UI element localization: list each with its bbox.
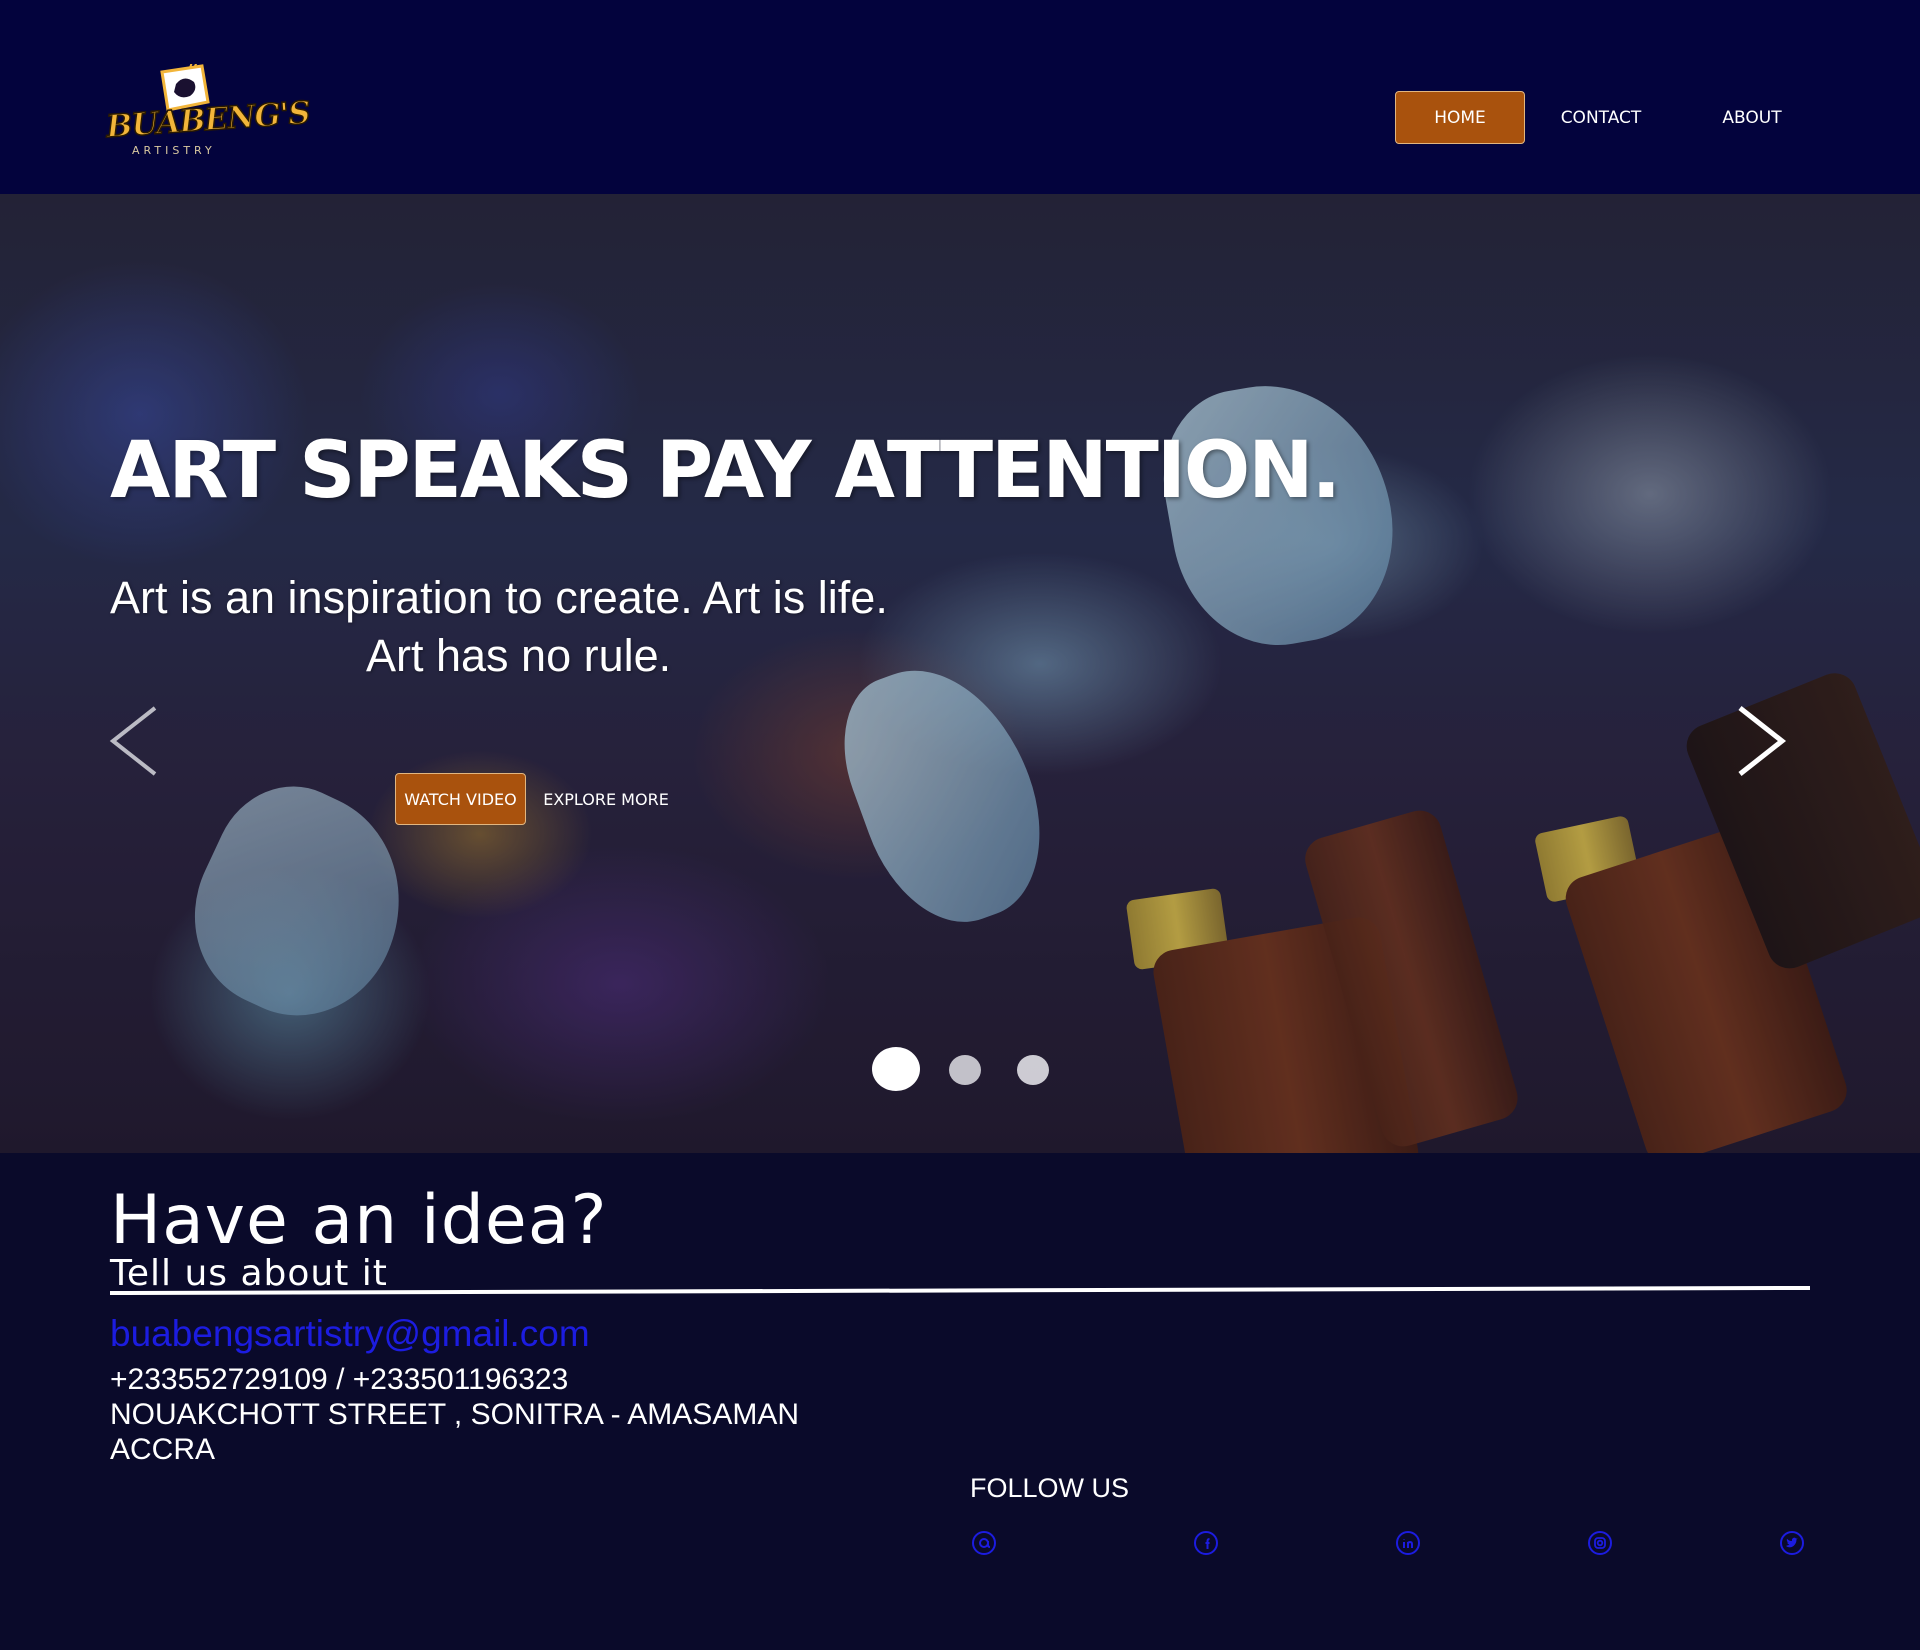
logo-name: BUABENG'S: [104, 94, 311, 146]
logo-tagline: ARTISTRY: [132, 144, 216, 157]
nav-about[interactable]: ABOUT: [1690, 91, 1814, 144]
hero-overlay: [0, 194, 1920, 1153]
hero-subtitle-line-1: Art is an inspiration to create. Art is …: [110, 572, 888, 623]
carousel-next-button[interactable]: [1730, 704, 1790, 778]
chevron-right-icon: [1738, 706, 1787, 776]
phone-numbers: +233552729109 / +233501196323: [110, 1363, 569, 1396]
city: ACCRA: [110, 1433, 216, 1466]
carousel-dot-1[interactable]: [872, 1047, 920, 1091]
twitter-icon: [1780, 1531, 1804, 1555]
twitter-social-link[interactable]: [1779, 1530, 1805, 1556]
hero-subtitle-line-2: Art has no rule.: [366, 630, 672, 681]
contact-footer: Have an idea? Tell us about it buabengsa…: [0, 1153, 1920, 1650]
instagram-icon: [1588, 1531, 1612, 1555]
facebook-icon: [1194, 1531, 1218, 1555]
carousel-dot-2[interactable]: [949, 1055, 981, 1085]
brand-logo[interactable]: BUABENG'S ARTISTRY: [104, 62, 312, 162]
email-social-link[interactable]: [971, 1530, 997, 1556]
street-address: NOUAKCHOTT STREET , SONITRA - AMASAMAN: [110, 1398, 799, 1431]
email-link[interactable]: buabengsartistry@gmail.com: [110, 1313, 590, 1355]
instagram-social-link[interactable]: [1587, 1530, 1613, 1556]
footer-subheading: Tell us about it: [110, 1253, 388, 1294]
site-header: BUABENG'S ARTISTRY HOME CONTACT ABOUT: [0, 0, 1920, 194]
watch-video-button[interactable]: WATCH VIDEO: [395, 773, 526, 825]
nav-contact[interactable]: CONTACT: [1540, 91, 1662, 144]
follow-us-label: FOLLOW US: [970, 1473, 1130, 1503]
email-icon: [972, 1531, 996, 1555]
linkedin-icon: [1396, 1531, 1420, 1555]
linkedin-social-link[interactable]: [1395, 1530, 1421, 1556]
hero-title: ART SPEAKS PAY ATTENTION.: [110, 426, 1341, 516]
hero-carousel: ART SPEAKS PAY ATTENTION. Art is an insp…: [0, 194, 1920, 1153]
footer-heading: Have an idea?: [110, 1181, 608, 1260]
facebook-social-link[interactable]: [1193, 1530, 1219, 1556]
carousel-dot-3[interactable]: [1017, 1055, 1049, 1085]
nav-home[interactable]: HOME: [1395, 91, 1525, 144]
chevron-left-icon: [109, 706, 157, 776]
carousel-prev-button[interactable]: [105, 704, 165, 778]
explore-more-button[interactable]: EXPLORE MORE: [536, 773, 676, 825]
